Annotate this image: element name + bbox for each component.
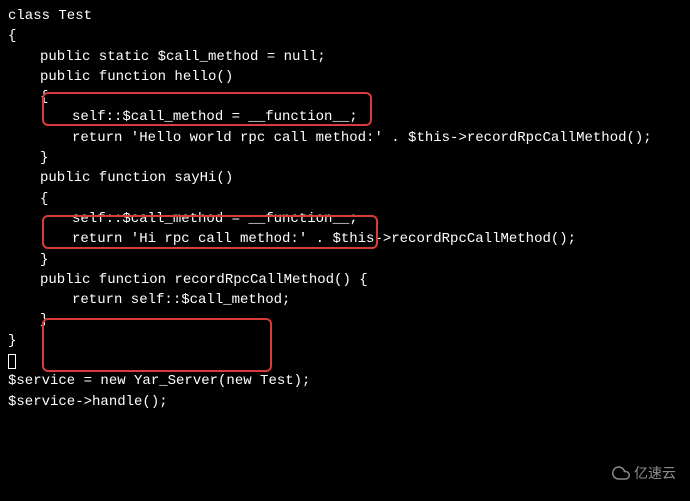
code-line-highlighted: self::$call_method = __function__; bbox=[8, 107, 682, 127]
code-line: { bbox=[8, 87, 682, 107]
code-line: } bbox=[8, 310, 682, 330]
code-line-highlighted: return self::$call_method; bbox=[8, 290, 682, 310]
code-line: $service->handle(); bbox=[8, 392, 682, 412]
code-line: class Test bbox=[8, 6, 682, 26]
code-line: { bbox=[8, 26, 682, 46]
code-line: return 'Hi rpc call method:' . $this->re… bbox=[8, 229, 682, 249]
cursor-icon bbox=[8, 354, 16, 369]
code-line-cursor bbox=[8, 351, 682, 371]
code-line: $service = new Yar_Server(new Test); bbox=[8, 371, 682, 391]
code-line: public function sayHi() bbox=[8, 168, 682, 188]
code-line: public static $call_method = null; bbox=[8, 47, 682, 67]
code-line: } bbox=[8, 148, 682, 168]
watermark: 亿速云 bbox=[612, 463, 676, 483]
code-line: return 'Hello world rpc call method:' . … bbox=[8, 128, 682, 148]
code-line: } bbox=[8, 250, 682, 270]
code-line-highlighted: self::$call_method = __function__; bbox=[8, 209, 682, 229]
code-line: public function recordRpcCallMethod() { bbox=[8, 270, 682, 290]
cloud-icon bbox=[612, 464, 630, 482]
code-line: } bbox=[8, 331, 682, 351]
watermark-text: 亿速云 bbox=[634, 463, 676, 483]
code-line: { bbox=[8, 189, 682, 209]
code-line: public function hello() bbox=[8, 67, 682, 87]
